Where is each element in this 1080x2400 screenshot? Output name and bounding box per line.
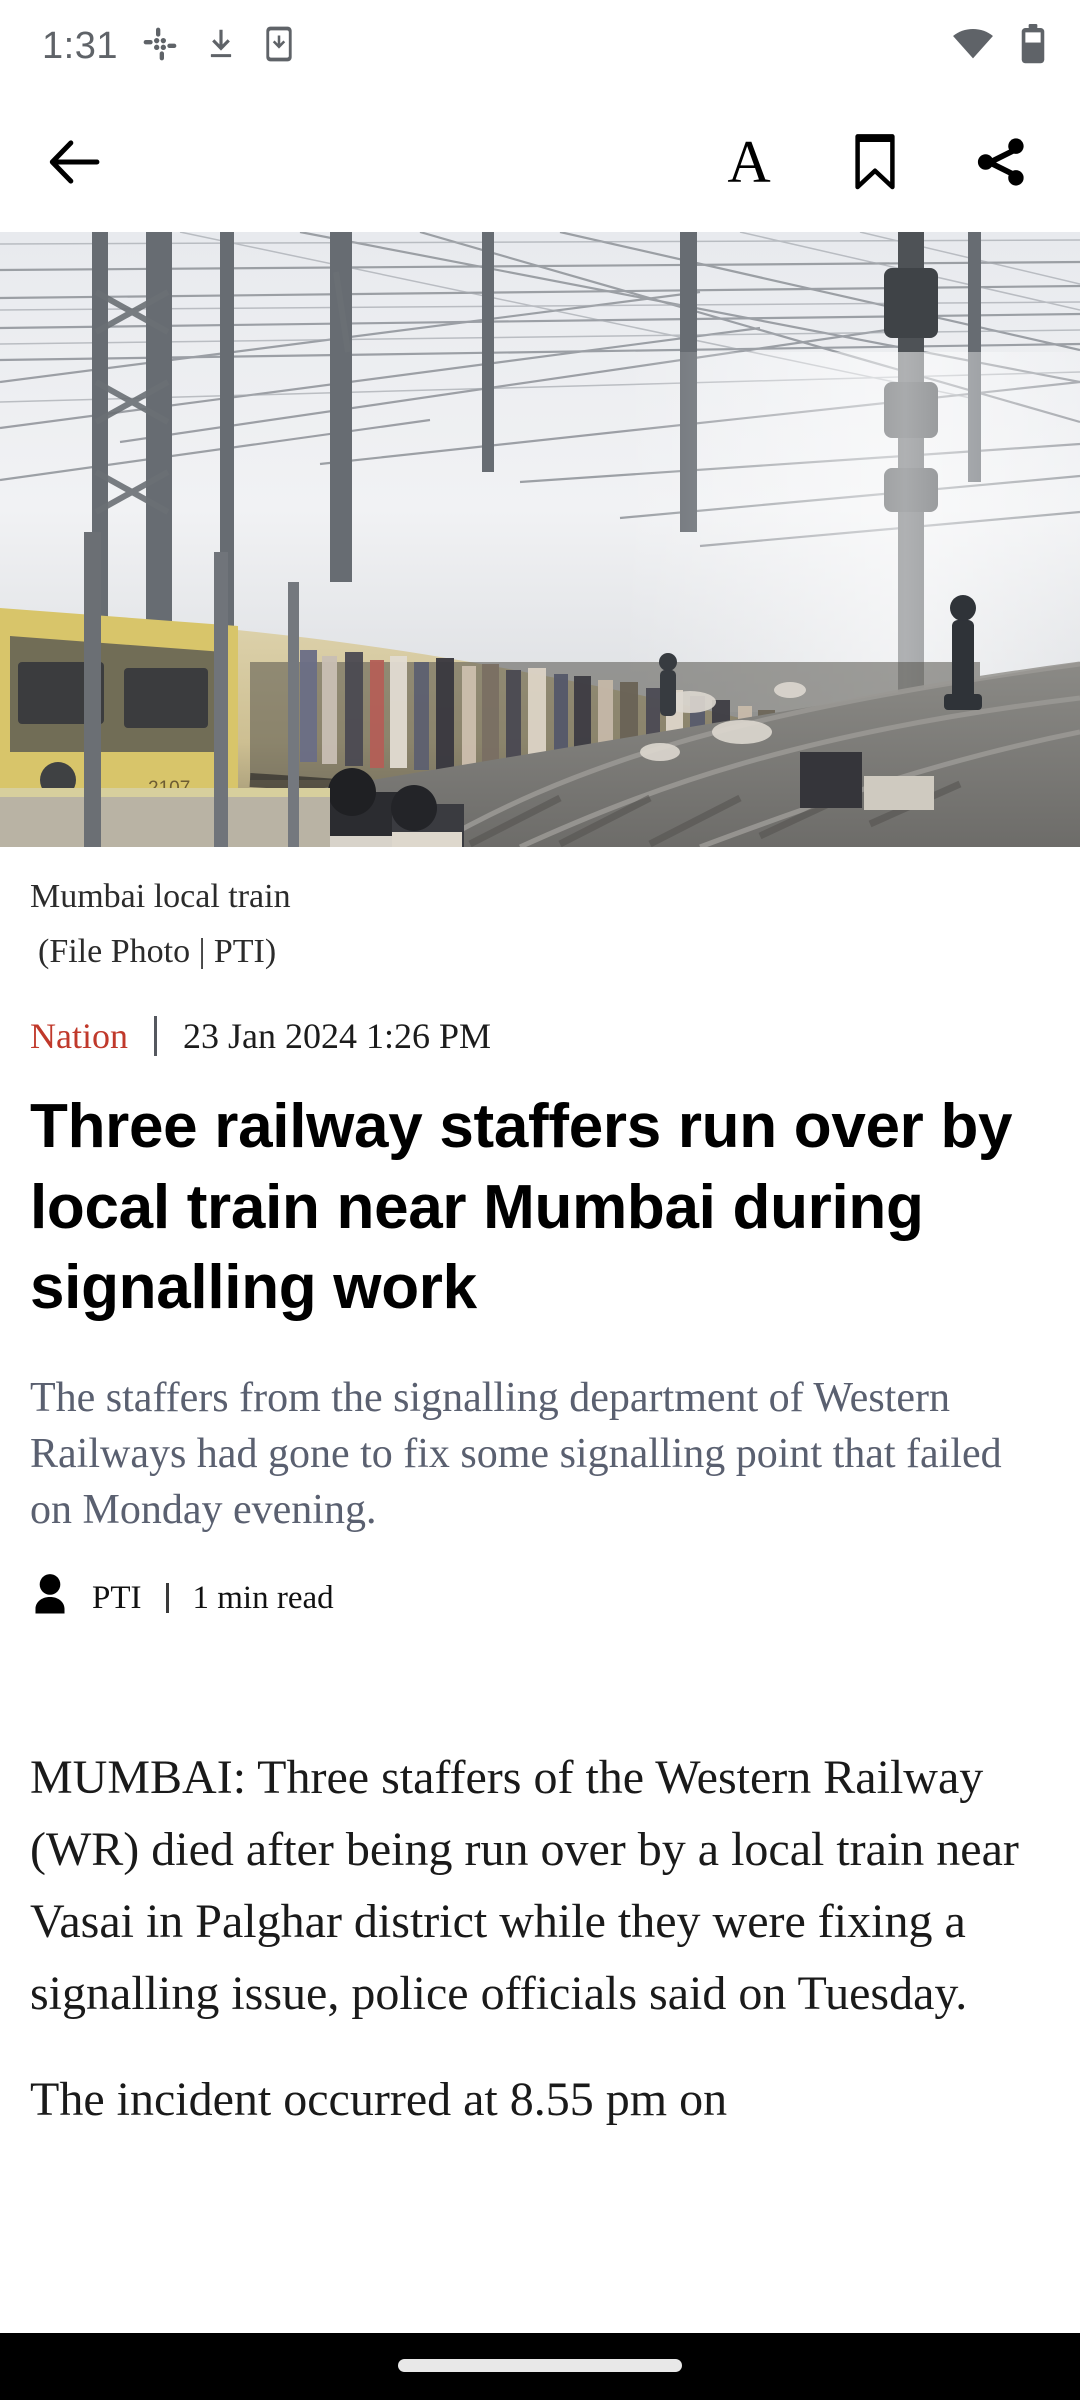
- hero-illustration: 2107: [0, 232, 1080, 847]
- article-headline: Three railway staffers run over by local…: [30, 1092, 1013, 1323]
- article-body: MUMBAI: Three staffers of the Western Ra…: [30, 1742, 1050, 2136]
- system-nav-bar: [0, 2333, 1080, 2400]
- phone-download-icon: [262, 25, 296, 68]
- battery-icon: [1020, 23, 1046, 69]
- category-link[interactable]: Nation: [30, 1015, 128, 1057]
- article-paragraph: The incident occurred at 8.55 pm on: [30, 2072, 728, 2126]
- bookmark-button[interactable]: [840, 127, 910, 197]
- font-size-button[interactable]: A: [714, 127, 784, 197]
- article-meta: Nation 23 Jan 2024 1:26 PM: [30, 1015, 1050, 1057]
- font-size-label: A: [727, 129, 771, 195]
- article-content: Mumbai local train (File Photo | PTI) Na…: [0, 847, 1080, 2136]
- home-gesture-pill[interactable]: [398, 2359, 682, 2372]
- meta-divider: [153, 1016, 157, 1057]
- author-name: PTI: [92, 1579, 142, 1616]
- status-bar-clock: 1:31: [42, 24, 118, 67]
- share-icon: [977, 138, 1024, 186]
- article-byline: PTI 1 min read: [30, 1573, 1050, 1624]
- share-button[interactable]: [966, 127, 1036, 197]
- bookmark-icon: [855, 134, 895, 190]
- image-caption: Mumbai local train (File Photo | PTI): [30, 847, 1050, 979]
- publish-date: 23 Jan 2024 1:26 PM: [182, 1016, 492, 1057]
- article-paragraph: MUMBAI: Three staffers of the Western Ra…: [30, 1750, 1019, 2020]
- read-time: 1 min read: [192, 1579, 334, 1616]
- image-caption-credit: (File Photo | PTI): [38, 933, 277, 971]
- status-bar-right: [952, 23, 1046, 69]
- article-standfirst: The staffers from the signalling departm…: [30, 1374, 1002, 1533]
- back-button[interactable]: [40, 127, 110, 197]
- status-bar: 1:31: [0, 0, 1080, 92]
- slack-icon: [140, 24, 180, 69]
- toolbar-actions: A: [714, 127, 1036, 197]
- wifi-icon: [952, 28, 994, 65]
- byline-divider: [165, 1583, 169, 1614]
- article-hero-image: 2107: [0, 232, 1080, 847]
- status-bar-left: 1:31: [42, 24, 296, 69]
- download-icon: [202, 25, 240, 68]
- image-caption-line1: Mumbai local train: [30, 878, 291, 915]
- app-toolbar: A: [0, 92, 1080, 232]
- back-arrow-icon: [49, 140, 100, 184]
- author-icon: [30, 1573, 70, 1624]
